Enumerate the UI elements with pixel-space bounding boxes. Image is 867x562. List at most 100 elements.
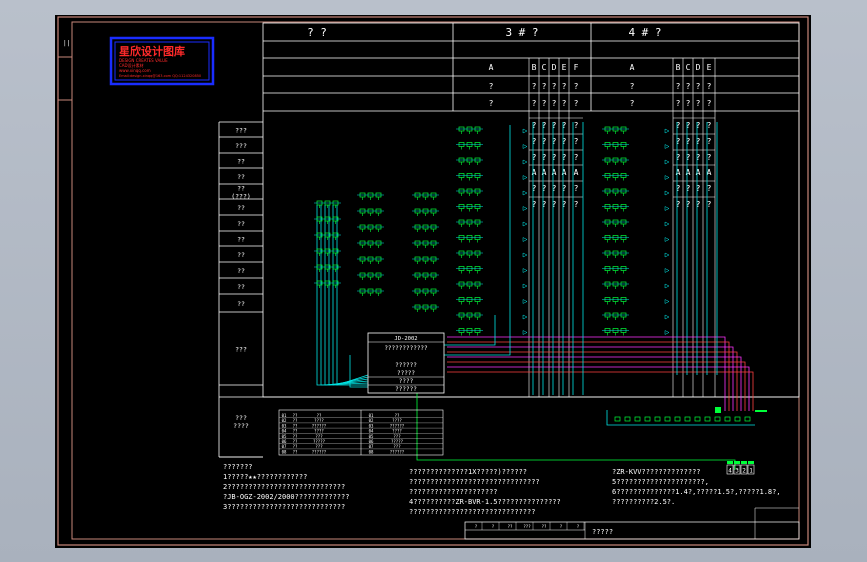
- value-cell-3: ?: [574, 137, 579, 146]
- logo-title: 星欣设计图库: [119, 44, 185, 58]
- binding-mark: ||: [63, 40, 70, 47]
- building-3-columns: A B C D E F?????????????????????????? ?A A A A A??…: [489, 58, 583, 397]
- value-cell-3: A: [542, 168, 547, 177]
- value-cell-4: ?: [686, 137, 691, 146]
- value-cell-4: ?: [696, 121, 701, 130]
- value-cell-3: ?: [552, 82, 557, 91]
- signal-wire: [606, 410, 755, 426]
- note-right: 5?????????????????????,: [612, 478, 709, 486]
- junction-box-line: ????: [399, 378, 414, 385]
- value-cell-3: ?: [552, 153, 557, 162]
- row-label: ???: [235, 127, 247, 135]
- junction-box-line: ????????????: [384, 345, 428, 352]
- device-bottom: [614, 416, 621, 422]
- drawing-name: ?????: [592, 528, 613, 536]
- outer-frame: [57, 16, 809, 546]
- row-label-part: ???: [235, 414, 247, 422]
- row-label: ??: [237, 236, 245, 244]
- note-mid: ?????????????????????: [409, 488, 498, 496]
- value-cell-4: ?: [696, 184, 701, 193]
- device-tag: 2: [742, 468, 746, 475]
- table-grid: [218, 22, 800, 457]
- note-left: 3????????????????????????????: [223, 503, 345, 511]
- flag-marker: [664, 159, 670, 165]
- device-bottom: [624, 416, 631, 422]
- value-cell-3: ?: [562, 184, 567, 193]
- cad-viewport: || 星欣设计图库 DESIGN CREATES VALUE CAD设计素材 w…: [0, 0, 867, 562]
- flag-marker: [522, 283, 528, 289]
- value-cell-3: ?: [532, 82, 537, 91]
- value-cell-4: A: [686, 168, 691, 177]
- column-letter-3: A: [489, 63, 494, 72]
- value-cell-4: ?: [686, 82, 691, 91]
- flag-marker: [522, 299, 528, 304]
- header-col-a: ? ?: [307, 26, 327, 39]
- value-cell-4: ?: [686, 200, 691, 209]
- row-label: ???????: [233, 414, 249, 430]
- schematic-drawing: || 星欣设计图库 DESIGN CREATES VALUE CAD设计素材 w…: [57, 16, 809, 546]
- title-cell: ??: [508, 524, 513, 529]
- value-cell-3: A: [562, 168, 567, 177]
- flag-marker: [664, 221, 670, 227]
- value-cell-3: ?: [562, 82, 567, 91]
- legend-code: 08: [282, 449, 287, 454]
- value-cell-4: ?: [696, 137, 701, 146]
- row-label-column: ???????????? (???)???????????????????????…: [219, 121, 263, 458]
- note-right: ?ZR-KVV??????????????: [612, 468, 701, 476]
- value-cell-4: ?: [676, 137, 681, 146]
- flag-marker: [522, 206, 528, 211]
- value-cell-3: ?: [489, 82, 494, 91]
- device-tag: 4: [728, 468, 732, 475]
- junction-box-line: ??????: [395, 362, 417, 369]
- column-letter-4: E: [707, 63, 712, 72]
- flag-marker: [522, 128, 528, 134]
- note-right: ??????????2.5?.: [612, 498, 675, 506]
- value-cell-3: A: [574, 168, 579, 177]
- note-mid: 4??????????ZR-BVR-1.5???????????????: [409, 498, 561, 506]
- flag-marker: [664, 190, 670, 196]
- value-cell-3: ?: [562, 153, 567, 162]
- row-label-part: ??: [237, 204, 245, 212]
- value-cell-3: ?: [532, 99, 537, 108]
- row-label-part: ??: [237, 251, 245, 259]
- value-cell-4: ?: [686, 99, 691, 108]
- column-letter-4: C: [686, 63, 691, 72]
- device-bottom: [694, 416, 701, 422]
- value-cell-3: ?: [542, 99, 547, 108]
- row-label-part: ??: [237, 236, 245, 244]
- column-letter-3: D: [552, 63, 557, 72]
- value-cell-3: ?: [574, 153, 579, 162]
- value-cell-3: ?: [532, 184, 537, 193]
- drawing-sheet: || 星欣设计图库 DESIGN CREATES VALUE CAD设计素材 w…: [55, 15, 811, 548]
- bus-wire: [447, 351, 738, 411]
- device-bottom: [714, 416, 721, 422]
- device-tag: 1: [749, 468, 753, 475]
- junction-box-line: ?????: [397, 370, 415, 377]
- junction-box-line: ??????: [395, 386, 417, 393]
- flag-marker: [664, 283, 670, 289]
- column-letter-3: C: [542, 63, 547, 72]
- flag-marker: [664, 330, 670, 335]
- column-letter-3: E: [562, 63, 567, 72]
- column-letter-4: D: [696, 63, 701, 72]
- value-cell-3: ?: [562, 121, 567, 130]
- title-cell: ?: [577, 524, 580, 529]
- flag-marker: [522, 190, 528, 196]
- signal-wire: [416, 393, 736, 470]
- flag-marker: [664, 268, 670, 273]
- value-cell-4: ?: [696, 82, 701, 91]
- value-cell-3: ?: [552, 200, 557, 209]
- value-cell-3: ?: [574, 99, 579, 108]
- flag-marker: [522, 252, 528, 258]
- value-cell-4: ?: [676, 82, 681, 91]
- value-cell-3: ?: [574, 82, 579, 91]
- bus-wire: [447, 371, 754, 411]
- device-bottom: [654, 416, 661, 422]
- value-cell-4: ?: [676, 200, 681, 209]
- value-cell-3: ?: [532, 200, 537, 209]
- junction-box[interactable]: JD-2002 ???????????? ?????? ????? ???? ?…: [367, 332, 445, 394]
- feeder-wire: [444, 125, 511, 356]
- value-cell-3: ?: [552, 121, 557, 130]
- row-label: ??: [237, 173, 245, 181]
- note-left: 1?????★★????????????: [223, 473, 307, 481]
